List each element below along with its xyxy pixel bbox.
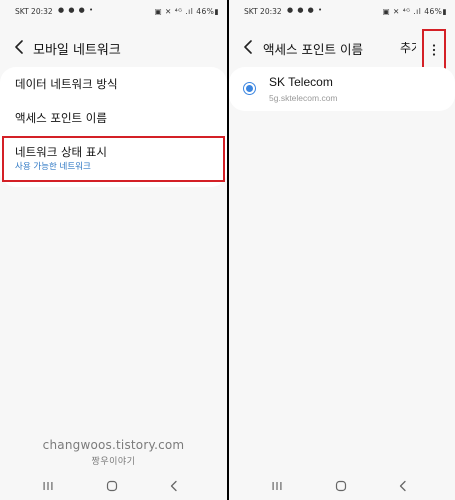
back-button[interactable] <box>10 36 28 58</box>
home-icon <box>335 480 347 492</box>
nav-back-icon <box>170 480 177 492</box>
home-button[interactable] <box>332 479 350 493</box>
back-arrow-icon <box>244 40 252 54</box>
recent-apps-button[interactable] <box>39 479 57 493</box>
right-screen: SKT 20:32 ● ● ● • ▣ ✕ ⁴ᴳ .ıl 46%▮ 액세스 포인… <box>229 0 455 500</box>
page-title: 액세스 포인트 이름 <box>263 42 363 57</box>
status-notification-icons: ● ● ● • <box>287 6 324 14</box>
menu-item-network-mode[interactable]: 데이터 네트워크 방식 <box>0 67 227 101</box>
back-arrow-icon <box>15 40 23 54</box>
nav-back-button[interactable] <box>165 479 183 493</box>
more-vert-icon <box>432 43 436 56</box>
status-bar: SKT 20:32 ● ● ● • ▣ ✕ ⁴ᴳ .ıl 46%▮ <box>229 0 455 22</box>
settings-card: 데이터 네트워크 방식 액세스 포인트 이름 네트워크 상태 표시 사용 가능한… <box>0 67 227 187</box>
menu-item-access-point-names[interactable]: 액세스 포인트 이름 <box>0 101 227 135</box>
add-button[interactable]: 추가 <box>400 39 416 56</box>
status-bar: SKT 20:32 ● ● ● • ▣ ✕ ⁴ᴳ .ıl 46%▮ <box>0 0 227 22</box>
apn-list-card: SK Telecom 5g.sktelecom.com <box>229 67 455 111</box>
page-title: 모바일 네트워크 <box>33 43 121 58</box>
apn-value: 5g.sktelecom.com <box>269 93 338 103</box>
nav-back-button[interactable] <box>394 479 412 493</box>
menu-item-network-status[interactable]: 네트워크 상태 표시 사용 가능한 네트워크 <box>0 136 227 182</box>
apn-name: SK Telecom <box>269 75 333 89</box>
left-screen: SKT 20:32 ● ● ● • ▣ ✕ ⁴ᴳ .ıl 46%▮ 모바일 네트… <box>0 0 227 500</box>
status-carrier-time: SKT 20:32 <box>15 7 53 16</box>
watermark-url: changwoos.tistory.com <box>42 438 185 452</box>
back-button[interactable] <box>239 36 257 58</box>
home-button[interactable] <box>103 479 121 493</box>
navigation-bar <box>0 476 227 496</box>
more-options-button[interactable] <box>422 29 446 70</box>
list-item[interactable]: SK Telecom 5g.sktelecom.com <box>229 67 455 111</box>
menu-item-label: 데이터 네트워크 방식 <box>15 77 118 91</box>
menu-item-label: 액세스 포인트 이름 <box>15 111 107 125</box>
menu-item-sublabel: 사용 가능한 네트워크 <box>15 162 91 172</box>
app-bar: 모바일 네트워크 <box>0 34 227 60</box>
status-carrier-time: SKT 20:32 <box>244 7 282 16</box>
status-system-icons: ▣ ✕ ⁴ᴳ .ıl 46%▮ <box>382 7 447 16</box>
radio-selected-icon[interactable] <box>243 82 256 95</box>
recent-apps-icon <box>272 482 282 490</box>
recent-apps-icon <box>43 482 53 490</box>
recent-apps-button[interactable] <box>268 479 286 493</box>
watermark-name: 짱우이야기 <box>91 457 136 467</box>
status-notification-icons: ● ● ● • <box>58 6 95 14</box>
navigation-bar <box>229 476 455 496</box>
menu-item-label: 네트워크 상태 표시 <box>15 145 107 159</box>
nav-back-icon <box>399 480 406 492</box>
status-system-icons: ▣ ✕ ⁴ᴳ .ıl 46%▮ <box>154 7 219 16</box>
home-icon <box>106 480 118 492</box>
